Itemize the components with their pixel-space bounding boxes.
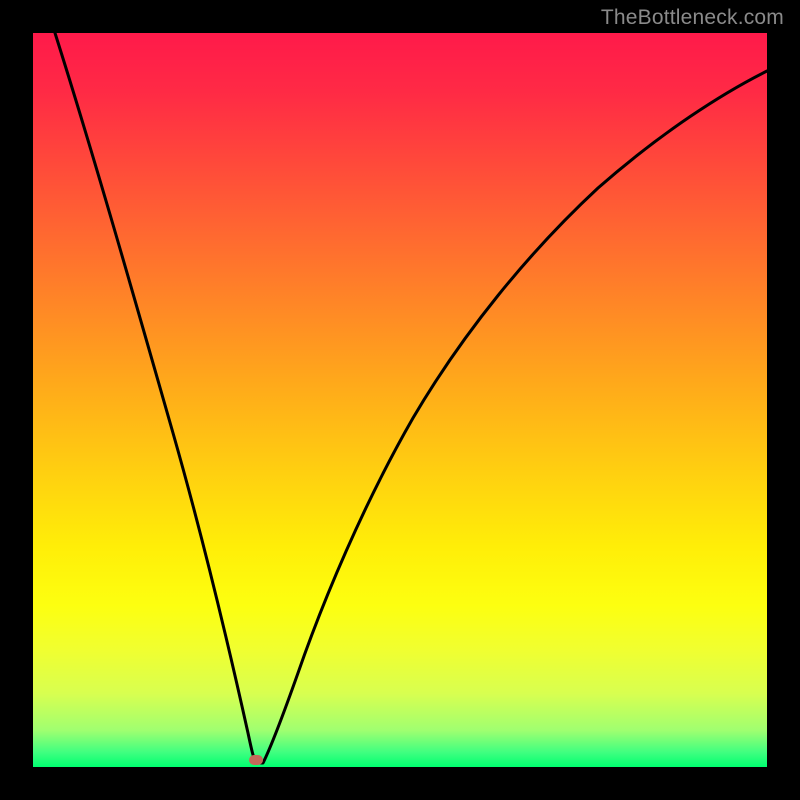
bottleneck-curve [55, 33, 767, 763]
curve-svg [33, 33, 767, 767]
watermark-text: TheBottleneck.com [601, 6, 784, 30]
min-marker [249, 755, 263, 765]
plot-area [33, 33, 767, 767]
chart-frame: TheBottleneck.com [0, 0, 800, 800]
